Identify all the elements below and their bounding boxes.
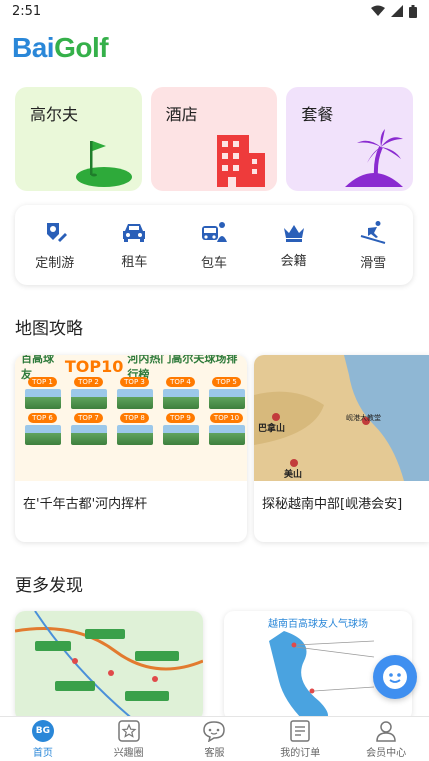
top10-grid: TOP 1 TOP 2 TOP 3 TOP 4 TOP 5 TOP 6 TOP … (21, 377, 247, 445)
rank-item: TOP 10 (205, 413, 247, 445)
category-golf[interactable]: 高尔夫 (15, 87, 142, 191)
discover-card-heading: 越南百高球友人气球场 (268, 619, 368, 630)
logo-text-golf: Golf (54, 32, 109, 63)
rank-item: TOP 4 (159, 377, 202, 409)
service-charter[interactable]: 包车 (179, 220, 249, 271)
smiley-chat-icon (383, 665, 407, 689)
map-card-danang[interactable]: 巴拿山 岘港大教堂 美山 探秘越南中部[岘港会安] (254, 355, 429, 542)
rank-item: TOP 9 (159, 413, 202, 445)
star-square-icon (117, 719, 140, 742)
signal-icon (391, 5, 403, 17)
map-label: 美山 (284, 470, 303, 480)
section-title-discover: 更多发现 (15, 576, 83, 596)
tab-label: 我的订单 (280, 747, 321, 759)
rank-item: TOP 3 (113, 377, 156, 409)
rank-item: TOP 1 (21, 377, 64, 409)
tab-member-center[interactable]: 会员中心 (346, 720, 426, 759)
tab-label: 客服 (204, 747, 225, 759)
chat-bubble-icon (203, 720, 226, 742)
top10-header: 百高球友 TOP10 河内热门高尔夫球场排行榜 (15, 355, 247, 381)
van-driver-icon (201, 221, 227, 242)
services-panel: 定制游 租车 包车 会籍 滑雪 (15, 205, 413, 285)
rank-item: TOP 2 (67, 377, 110, 409)
status-time: 2:51 (12, 3, 42, 19)
tab-customer-service[interactable]: 客服 (174, 720, 254, 759)
palm-island-icon (345, 129, 404, 187)
card-thumbnail: 百高球友 TOP10 河内热门高尔夫球场排行榜 TOP 1 TOP 2 TOP … (15, 355, 247, 481)
ski-icon (360, 220, 386, 244)
tab-my-orders[interactable]: 我的订单 (260, 719, 340, 759)
home-bg-icon: BG (31, 719, 54, 742)
crown-icon (283, 224, 304, 242)
vietnam-map-thumbnail (15, 611, 203, 721)
service-label: 会籍 (280, 253, 307, 269)
bottom-tab-bar: BG 首页 兴趣圈 客服 我的订单 会员中心 (0, 716, 429, 761)
service-membership[interactable]: 会籍 (259, 222, 329, 269)
battery-icon (409, 4, 417, 18)
category-label: 套餐 (301, 105, 334, 124)
service-label: 租车 (121, 254, 148, 270)
rank-item: TOP 7 (67, 413, 110, 445)
map-label: 岘港大教堂 (346, 414, 381, 422)
rank-item: TOP 6 (21, 413, 64, 445)
status-icons (371, 4, 417, 18)
map-card-hanoi[interactable]: 百高球友 TOP10 河内热门高尔夫球场排行榜 TOP 1 TOP 2 TOP … (15, 355, 247, 542)
category-hotel[interactable]: 酒店 (150, 87, 278, 191)
tab-interest-circle[interactable]: 兴趣圈 (89, 719, 169, 759)
chat-fab-button[interactable] (373, 655, 417, 699)
rank-item: TOP 8 (113, 413, 156, 445)
category-label: 酒店 (165, 105, 198, 124)
tab-home[interactable]: BG 首页 (3, 719, 83, 759)
service-label: 包车 (200, 255, 227, 271)
app-logo: BaiGolf (12, 32, 109, 64)
wifi-icon (371, 5, 385, 16)
map-pin-edit-icon (46, 222, 67, 242)
tab-label: 首页 (32, 747, 53, 759)
hotel-building-icon (217, 135, 266, 187)
danang-map-illustration (254, 355, 429, 481)
thumb-top10: TOP10 (64, 356, 124, 376)
discover-card-map[interactable] (15, 611, 203, 721)
rank-item: TOP 5 (205, 377, 247, 409)
logo-text-bai: Bai (12, 32, 55, 63)
card-thumbnail: 巴拿山 岘港大教堂 美山 (254, 355, 429, 481)
card-caption: 探秘越南中部[岘港会安] (262, 497, 403, 512)
service-skiing[interactable]: 滑雪 (338, 220, 408, 271)
user-icon (376, 720, 396, 742)
category-row: 高尔夫 酒店 套餐 (15, 87, 414, 191)
service-label: 滑雪 (360, 255, 387, 271)
tab-label: 兴趣圈 (113, 747, 144, 759)
category-label: 高尔夫 (30, 105, 79, 124)
golf-green-icon (75, 141, 132, 187)
status-bar: 2:51 (0, 0, 429, 22)
service-custom-tour[interactable]: 定制游 (20, 220, 90, 271)
map-label: 巴拿山 (258, 424, 286, 434)
service-car-rental[interactable]: 租车 (99, 221, 169, 270)
tab-label: 会员中心 (366, 747, 407, 759)
card-caption: 在'千年古都'河内挥杆 (23, 497, 148, 512)
service-label: 定制游 (35, 255, 75, 271)
section-title-map: 地图攻略 (15, 319, 83, 339)
car-icon (123, 223, 146, 242)
order-list-icon (290, 719, 311, 742)
category-package[interactable]: 套餐 (286, 87, 414, 191)
